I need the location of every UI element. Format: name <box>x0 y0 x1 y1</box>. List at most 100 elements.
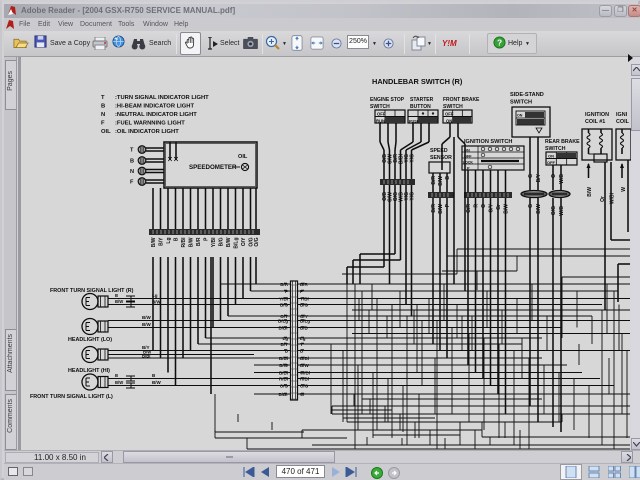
svg-text:B/Y: B/Y <box>536 173 542 182</box>
svg-text:B/Lg: B/Lg <box>234 238 240 249</box>
svg-text:O/R: O/R <box>466 204 472 213</box>
svg-text:T: T <box>130 148 134 154</box>
svg-text:B: B <box>445 176 451 180</box>
svg-text::HI-BEAM INDICATOR LIGHT: :HI-BEAM INDICATOR LIGHT <box>115 104 194 110</box>
svg-text:SPEEDOMETER: SPEEDOMETER <box>189 164 237 171</box>
svg-text::NEUTRAL INDICATOR LIGHT: :NEUTRAL INDICATOR LIGHT <box>115 112 197 118</box>
svg-text:SWITCH: SWITCH <box>443 104 463 110</box>
svg-text:Y/Bl: Y/Bl <box>279 296 288 301</box>
svg-text:SIDE-STAND: SIDE-STAND <box>510 92 544 98</box>
svg-text:Y/Bl: Y/Bl <box>300 296 309 301</box>
svg-text:OFF: OFF <box>445 112 454 117</box>
svg-text:FRONT TURN SIGNAL LIGHT (L): FRONT TURN SIGNAL LIGHT (L) <box>30 394 113 400</box>
svg-text:RUN: RUN <box>376 119 385 124</box>
svg-text:OIL: OIL <box>101 129 111 135</box>
svg-text:B: B <box>115 373 118 378</box>
svg-text:B/W: B/W <box>142 322 152 327</box>
svg-text:B/R: B/R <box>431 176 437 185</box>
svg-text:STARTER: STARTER <box>410 97 434 103</box>
svg-text:B/Bl: B/Bl <box>300 356 309 361</box>
svg-text:B/W: B/W <box>115 299 123 304</box>
svg-text:O/Y: O/Y <box>489 203 495 212</box>
svg-text:COIL: COIL <box>616 119 630 125</box>
svg-text:B: B <box>115 293 118 298</box>
svg-text:SWITCH: SWITCH <box>370 104 390 110</box>
svg-text:OFF: OFF <box>377 112 386 117</box>
svg-text:Or: Or <box>600 196 606 202</box>
svg-text:B/Lg: B/Lg <box>278 318 288 323</box>
svg-text:B/W: B/W <box>587 187 593 197</box>
svg-text:SWITCH: SWITCH <box>545 146 566 152</box>
svg-text:Gr: Gr <box>496 204 502 210</box>
svg-text:COIL #1: COIL #1 <box>585 119 605 125</box>
svg-text:ON: ON <box>446 119 452 124</box>
svg-text:B/W: B/W <box>151 237 157 247</box>
svg-text:W/Bl: W/Bl <box>610 192 616 204</box>
svg-text:B/W: B/W <box>279 363 289 368</box>
svg-text:O/G: O/G <box>300 383 309 388</box>
svg-text:SENSOR: SENSOR <box>430 155 452 161</box>
svg-text:Lg: Lg <box>300 336 306 341</box>
svg-text:R/Bl: R/Bl <box>181 237 187 248</box>
svg-text:O/G: O/G <box>551 206 557 215</box>
svg-text:T: T <box>101 95 105 101</box>
svg-text:B/W: B/W <box>115 380 123 385</box>
svg-text:W/B: W/B <box>559 206 565 216</box>
svg-text:B/R: B/R <box>196 237 202 246</box>
svg-text:P: P <box>285 289 288 294</box>
svg-text:HEADLIGHT (LO): HEADLIGHT (LO) <box>68 337 112 343</box>
svg-text:ON: ON <box>548 154 554 159</box>
svg-text:O/G: O/G <box>280 383 289 388</box>
svg-text:OFF: OFF <box>547 160 556 165</box>
svg-text:O/Y: O/Y <box>241 237 247 246</box>
svg-text:B/W: B/W <box>504 204 510 214</box>
svg-text:B/Y: B/Y <box>159 237 165 246</box>
svg-text:Y: Y <box>300 342 303 347</box>
svg-text:B/Bl: B/Bl <box>142 354 150 359</box>
svg-text:B/G: B/G <box>300 302 309 307</box>
svg-text:FRONT BRAKE: FRONT BRAKE <box>443 97 480 103</box>
svg-text:R/Bl: R/Bl <box>279 376 288 381</box>
svg-text:B/Br: B/Br <box>278 325 288 330</box>
svg-text:B/Y: B/Y <box>280 342 288 347</box>
svg-text:O: O <box>551 174 557 178</box>
svg-text:B/Br: B/Br <box>278 392 288 397</box>
svg-text:SWITCH: SWITCH <box>510 100 532 106</box>
svg-text:HANDLEBAR SWITCH (R): HANDLEBAR SWITCH (R) <box>372 77 463 86</box>
svg-text:B/W: B/W <box>300 363 310 368</box>
svg-text:N: N <box>130 169 134 175</box>
svg-text::TURN SIGNAL INDICATOR LIGHT: :TURN SIGNAL INDICATOR LIGHT <box>115 95 209 101</box>
svg-text:R: R <box>474 204 480 208</box>
svg-text:O/G: O/G <box>254 237 260 246</box>
svg-text:REAR BRAKE: REAR BRAKE <box>545 139 580 145</box>
svg-text:B/R: B/R <box>300 282 309 287</box>
svg-text:ON: ON <box>517 114 523 118</box>
svg-text:P: P <box>300 289 303 294</box>
svg-text:R/Bl: R/Bl <box>300 376 309 381</box>
svg-text::FUEL WARNNING LIGHT: :FUEL WARNNING LIGHT <box>115 121 185 127</box>
svg-text:B/W: B/W <box>189 237 195 247</box>
svg-text:B/Bl: B/Bl <box>279 370 288 375</box>
svg-text:Lg: Lg <box>152 293 158 298</box>
svg-text:IGNI: IGNI <box>616 112 628 118</box>
svg-text:HEADLIGHT (HI): HEADLIGHT (HI) <box>68 368 110 374</box>
svg-text:B/W: B/W <box>438 176 444 186</box>
svg-text:IGNITION SWITCH: IGNITION SWITCH <box>464 139 512 145</box>
svg-text:B/Lg: B/Lg <box>300 318 310 323</box>
svg-text:Y/G: Y/G <box>410 154 416 163</box>
svg-text:W/Bl: W/Bl <box>300 370 310 375</box>
svg-text:B/G: B/G <box>219 237 225 246</box>
svg-text:B/W: B/W <box>152 380 162 385</box>
svg-text:W: W <box>621 187 627 192</box>
svg-text::OIL INDICATOR LIGHT: :OIL INDICATOR LIGHT <box>115 129 179 135</box>
svg-text:?: ? <box>497 37 502 47</box>
svg-text:O: O <box>481 204 487 208</box>
svg-text:B/B: B/B <box>300 325 309 330</box>
svg-text:B: B <box>174 237 180 241</box>
svg-text:B: B <box>101 104 105 110</box>
svg-text:OIL: OIL <box>238 154 248 160</box>
svg-text:F: F <box>101 121 105 127</box>
svg-text:B/W: B/W <box>438 204 444 214</box>
svg-text:B/W: B/W <box>226 237 232 247</box>
svg-text:B/R: B/R <box>431 204 437 213</box>
